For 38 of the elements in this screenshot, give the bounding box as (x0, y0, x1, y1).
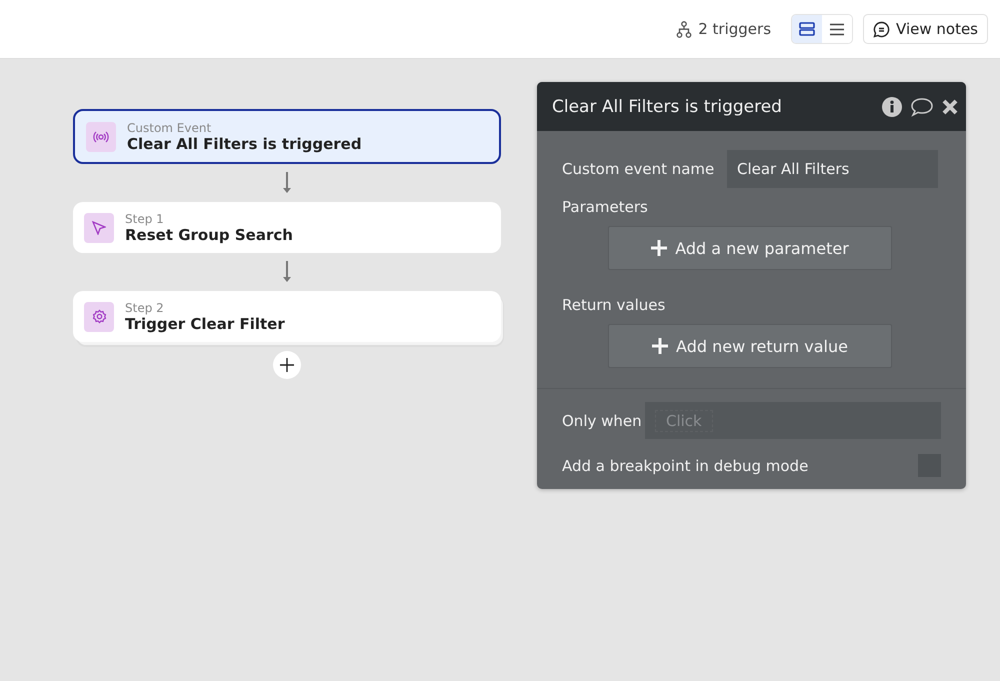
view-notes-button[interactable]: View notes (863, 14, 988, 44)
plus-icon (651, 240, 668, 256)
down-arrow-icon (282, 172, 292, 194)
down-arrow-icon (282, 261, 292, 283)
field-label: Custom event name (562, 160, 714, 178)
plus-icon (280, 358, 294, 372)
broadcast-icon (93, 130, 109, 142)
section-label: Return values (562, 296, 666, 314)
cursor-icon (92, 220, 106, 234)
comment-icon (873, 20, 890, 38)
gear-icon (92, 309, 106, 324)
section-label: Parameters (562, 198, 649, 216)
checkbox-label: Add a breakpoint in debug mode (562, 456, 808, 474)
close-icon[interactable] (942, 98, 958, 114)
view-mode-button[interactable] (792, 15, 822, 43)
workflow-card[interactable]: Step 2 Trigger Clear Filter (73, 291, 501, 342)
hierarchy-icon (676, 20, 692, 38)
add-step-button[interactable] (273, 351, 301, 379)
triggers-label: 2 triggers (698, 20, 772, 38)
list-view-icon (829, 22, 846, 36)
add-parameter-button[interactable]: Add a new parameter (608, 226, 892, 270)
plus-icon (652, 338, 668, 354)
triggers-count[interactable]: 2 triggers (676, 20, 772, 38)
add-return-value-button[interactable]: Add new return value (608, 324, 892, 368)
info-icon[interactable] (882, 96, 902, 116)
event-name-field[interactable]: Clear All Filters (727, 150, 938, 188)
comment-icon[interactable] (910, 96, 934, 116)
panel-title: Clear All Filters is triggered (552, 96, 783, 116)
card-title: Clear All Filters is triggered (127, 134, 362, 152)
field-label: Only when (562, 412, 642, 430)
card-caption: Step 2 (125, 300, 165, 314)
card-title: Reset Group Search (125, 226, 293, 244)
cards-view-icon (799, 22, 816, 36)
card-caption: Custom Event (127, 120, 212, 134)
workflow-card[interactable]: Step 1 Reset Group Search (73, 202, 501, 253)
card-caption: Step 1 (125, 212, 165, 226)
card-title: Trigger Clear Filter (125, 314, 285, 332)
workflow-card[interactable]: Custom Event Clear All Filters is triggered (73, 109, 501, 164)
